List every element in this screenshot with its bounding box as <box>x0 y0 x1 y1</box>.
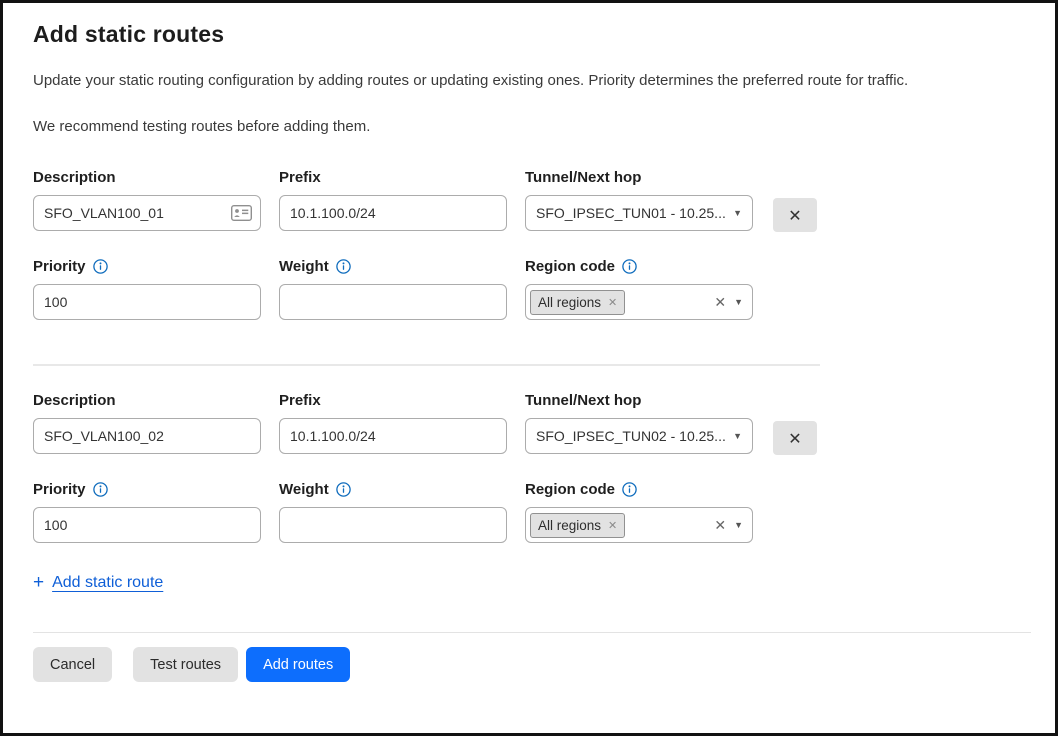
priority-label: Priority <box>33 258 86 275</box>
dialog-add-static-routes: Add static routes Update your static rou… <box>0 0 1058 736</box>
region-code-label: Region code <box>525 258 615 275</box>
add-static-route-link[interactable]: + Add static route <box>33 573 163 592</box>
weight-input[interactable] <box>279 284 507 320</box>
route-2-weight-field: Weight <box>279 481 507 543</box>
tunnel-select[interactable]: SFO_IPSEC_TUN01 - 10.25... ▼ <box>525 195 753 231</box>
add-routes-button[interactable]: Add routes <box>246 647 350 682</box>
tunnel-select[interactable]: SFO_IPSEC_TUN02 - 10.25... ▼ <box>525 418 753 454</box>
weight-label: Weight <box>279 258 329 275</box>
route-2-row-1: Description Prefix Tunnel/Next hop SFO_I… <box>33 392 1027 455</box>
tunnel-label: Tunnel/Next hop <box>525 169 753 186</box>
description-input[interactable] <box>33 418 261 454</box>
route-1-row-1: Description <box>33 169 1027 232</box>
contact-card-icon[interactable] <box>231 205 252 221</box>
dialog-note: We recommend testing routes before addin… <box>33 118 1027 135</box>
dialog-content: Add static routes Update your static rou… <box>3 3 1055 682</box>
chevron-down-icon: ▼ <box>733 208 742 218</box>
route-2-description-field: Description <box>33 392 261 454</box>
description-input-wrap <box>33 195 261 231</box>
clear-selection-icon[interactable]: ✕ <box>714 294 726 311</box>
route-1-tunnel-field: Tunnel/Next hop SFO_IPSEC_TUN01 - 10.25.… <box>525 169 753 231</box>
priority-input[interactable] <box>33 507 261 543</box>
cancel-button[interactable]: Cancel <box>33 647 112 682</box>
weight-input[interactable] <box>279 507 507 543</box>
prefix-label: Prefix <box>279 169 507 186</box>
route-entry-1: Description <box>33 169 1027 320</box>
clear-selection-icon[interactable]: ✕ <box>714 517 726 534</box>
info-icon[interactable] <box>336 259 351 274</box>
region-chip-label: All regions <box>538 295 601 310</box>
description-input[interactable] <box>33 195 261 231</box>
chip-remove-icon[interactable]: ✕ <box>608 296 617 309</box>
add-static-route-label: Add static route <box>52 574 163 592</box>
chevron-down-icon[interactable]: ▼ <box>734 520 743 530</box>
region-chip-label: All regions <box>538 518 601 533</box>
test-routes-button[interactable]: Test routes <box>133 647 238 682</box>
route-2-prefix-field: Prefix <box>279 392 507 454</box>
description-label: Description <box>33 392 261 409</box>
chip-remove-icon[interactable]: ✕ <box>608 519 617 532</box>
route-2-priority-field: Priority <box>33 481 261 543</box>
region-multiselect[interactable]: All regions ✕ ✕ ▼ <box>525 284 753 320</box>
route-1-region-field: Region code All regions ✕ <box>525 258 753 320</box>
priority-input[interactable] <box>33 284 261 320</box>
remove-route-button[interactable]: ✕ <box>773 198 817 232</box>
route-2-row-2: Priority Weight <box>33 481 1027 543</box>
page-title: Add static routes <box>33 21 1027 48</box>
region-multiselect[interactable]: All regions ✕ ✕ ▼ <box>525 507 753 543</box>
prefix-input[interactable] <box>279 418 507 454</box>
route-entry-2: Description Prefix Tunnel/Next hop SFO_I… <box>33 392 1027 543</box>
prefix-input[interactable] <box>279 195 507 231</box>
route-2-region-field: Region code All regions ✕ <box>525 481 753 543</box>
info-icon[interactable] <box>93 482 108 497</box>
chevron-down-icon[interactable]: ▼ <box>734 297 743 307</box>
tunnel-label: Tunnel/Next hop <box>525 392 753 409</box>
priority-label: Priority <box>33 481 86 498</box>
route-2-tunnel-field: Tunnel/Next hop SFO_IPSEC_TUN02 - 10.25.… <box>525 392 753 454</box>
tunnel-selected-value: SFO_IPSEC_TUN01 - 10.25... <box>536 205 727 221</box>
plus-icon: + <box>33 573 44 592</box>
route-1-description-field: Description <box>33 169 261 231</box>
remove-route-button[interactable]: ✕ <box>773 421 817 455</box>
region-chip: All regions ✕ <box>530 290 625 315</box>
region-code-label: Region code <box>525 481 615 498</box>
description-label: Description <box>33 169 261 186</box>
dialog-subtitle: Update your static routing configuration… <box>33 72 1027 89</box>
info-icon[interactable] <box>336 482 351 497</box>
chevron-down-icon: ▼ <box>733 431 742 441</box>
route-separator <box>33 364 820 366</box>
weight-label: Weight <box>279 481 329 498</box>
info-icon[interactable] <box>93 259 108 274</box>
footer-actions: Cancel Test routes Add routes <box>33 647 1027 682</box>
route-1-row-2: Priority Weight <box>33 258 1027 320</box>
route-1-weight-field: Weight <box>279 258 507 320</box>
region-chip: All regions ✕ <box>530 513 625 538</box>
footer-divider <box>33 632 1031 633</box>
tunnel-selected-value: SFO_IPSEC_TUN02 - 10.25... <box>536 428 727 444</box>
info-icon[interactable] <box>622 259 637 274</box>
route-1-prefix-field: Prefix <box>279 169 507 231</box>
prefix-label: Prefix <box>279 392 507 409</box>
route-1-priority-field: Priority <box>33 258 261 320</box>
info-icon[interactable] <box>622 482 637 497</box>
